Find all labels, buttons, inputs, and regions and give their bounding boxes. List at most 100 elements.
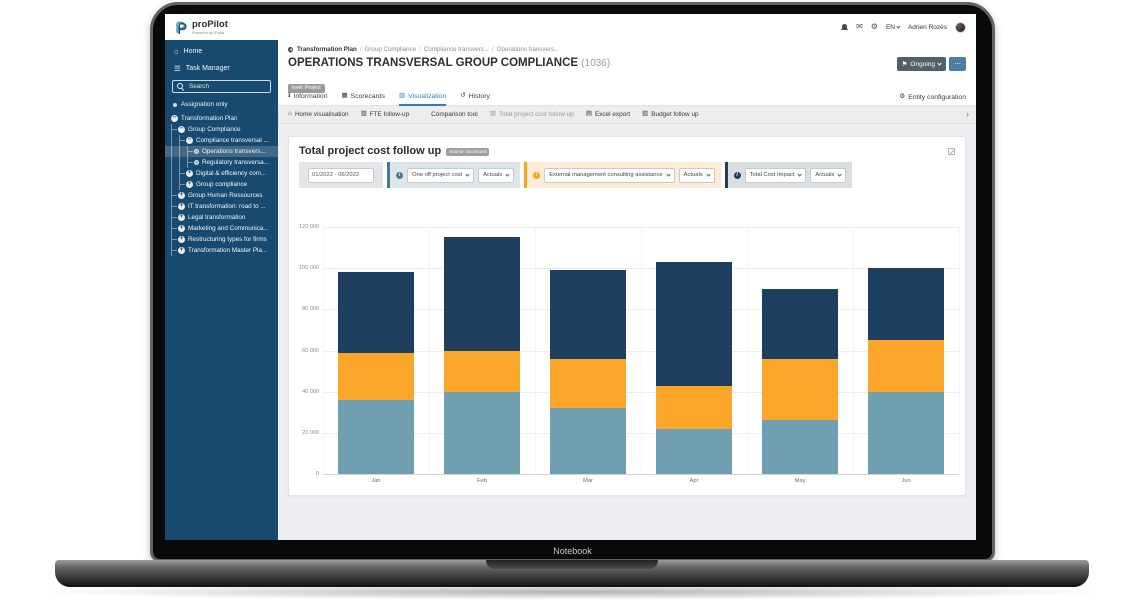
filter-group-one-off-project-cost: i One off project cost Actuals: [387, 162, 520, 188]
bar-segment-one-off-project-cost[interactable]: [868, 392, 944, 474]
tree-item-label: Marketing and Communica...: [188, 225, 269, 232]
expand-node-icon[interactable]: +: [186, 170, 193, 177]
expand-node-icon[interactable]: +: [178, 247, 185, 254]
subtab-home-visualisation[interactable]: ⌂Home visualisation: [288, 111, 349, 118]
tab-scorecards[interactable]: ▦Scorecards: [342, 93, 386, 106]
bar-segment-external-management-consulting-assistance[interactable]: [762, 359, 838, 421]
subtab-budget-follow-up[interactable]: ▥Budget follow up: [642, 111, 698, 118]
breadcrumb-item-compliance-transvers[interactable]: Compliance transvers...: [424, 46, 489, 53]
tree-item-legal-transformation[interactable]: +Legal transformation: [165, 212, 278, 223]
mail-icon[interactable]: ✉: [856, 23, 863, 31]
bar-segment-one-off-project-cost[interactable]: [338, 400, 414, 474]
info-icon[interactable]: i: [533, 172, 540, 179]
bar-segment-total-cost-impact[interactable]: [656, 262, 732, 386]
language-selector[interactable]: EN: [886, 24, 900, 31]
sidebar-item-task-manager[interactable]: ☰ Task Manager: [165, 60, 278, 77]
tree-item-marketing-and-communica[interactable]: +Marketing and Communica...: [165, 223, 278, 234]
expand-node-icon[interactable]: +: [178, 203, 185, 210]
date-range-input[interactable]: [308, 168, 374, 183]
breadcrumb: Transformation Plan/Group Compliance/Com…: [278, 40, 976, 56]
subtabs-scroll-right[interactable]: ›: [966, 110, 969, 119]
bar-segment-total-cost-impact[interactable]: [338, 272, 414, 352]
collapse-icon[interactable]: −: [171, 115, 178, 122]
tree-item-regulatory-transversa[interactable]: Regulatory transversa...: [165, 157, 278, 168]
tree-item-it-transformation-road-to[interactable]: +IT transformation: road to ...: [165, 201, 278, 212]
bar-segment-external-management-consulting-assistance[interactable]: [550, 359, 626, 408]
metric-select[interactable]: One off project cost: [407, 168, 474, 183]
bar-segment-external-management-consulting-assistance[interactable]: [656, 386, 732, 429]
bar-segment-one-off-project-cost[interactable]: [550, 408, 626, 474]
y-axis-tick: 100 000: [291, 265, 319, 271]
info-icon[interactable]: i: [734, 172, 741, 179]
tree-item-group-human-ressources[interactable]: +Group Human Ressources: [165, 190, 278, 201]
info-icon[interactable]: i: [396, 172, 403, 179]
search-input[interactable]: [187, 82, 266, 91]
tree-item-label: Digital & efficiency com...: [196, 170, 266, 177]
metric-select[interactable]: Total Cost Impact: [745, 168, 807, 183]
expand-node-icon[interactable]: +: [178, 192, 185, 199]
subtab-fte-follow-up[interactable]: ▥FTE follow-up: [361, 111, 410, 118]
breadcrumb-item-group-compliance[interactable]: Group Compliance: [365, 46, 417, 53]
y-axis-tick: 60 000: [291, 348, 319, 354]
chevron-down-icon: [937, 61, 941, 65]
bar-segment-one-off-project-cost[interactable]: [656, 429, 732, 474]
collapse-icon[interactable]: −: [186, 137, 193, 144]
bar-segment-external-management-consulting-assistance[interactable]: [868, 340, 944, 391]
chevron-down-icon: [466, 172, 470, 176]
info-icon: ℹ: [288, 93, 290, 100]
mode-select[interactable]: Actuals: [478, 168, 514, 183]
expand-icon[interactable]: [948, 148, 955, 155]
bar-segment-total-cost-impact[interactable]: [550, 270, 626, 359]
tab-information[interactable]: ℹInformation: [288, 93, 328, 106]
entity-configuration-button[interactable]: ⚙ Entity configuration: [899, 94, 966, 105]
bar-segment-external-management-consulting-assistance[interactable]: [338, 353, 414, 400]
y-axis-tick: 80 000: [291, 306, 319, 312]
bar-segment-external-management-consulting-assistance[interactable]: [444, 351, 520, 392]
expand-node-icon[interactable]: +: [178, 236, 185, 243]
tab-visualization[interactable]: ▥Visualization: [399, 93, 446, 106]
navigation-tree: −Transformation Plan−Group Compliance−Co…: [165, 113, 278, 256]
sidebar-item-label: Home: [184, 48, 203, 55]
subtab-comparison-tool[interactable]: Comparison tool: [421, 111, 478, 118]
tree-item-transformation-plan[interactable]: −Transformation Plan: [165, 113, 278, 124]
settings-icon[interactable]: ⚙: [871, 23, 878, 31]
subtab-excel-export[interactable]: ▤Excel export: [586, 111, 630, 118]
expand-node-icon[interactable]: +: [178, 214, 185, 221]
sidebar-item-home[interactable]: ⌂ Home: [165, 43, 278, 60]
avatar[interactable]: [955, 22, 966, 33]
sidebar: ⌂ Home ☰ Task Manager Assignation only: [165, 40, 278, 540]
home-icon: ⌂: [288, 111, 292, 118]
metric-select-value: External management consulting assistanc…: [549, 172, 662, 178]
bell-icon[interactable]: [841, 24, 848, 31]
tree-item-label: Compliance transversal ...: [196, 137, 269, 144]
bar-segment-one-off-project-cost[interactable]: [444, 392, 520, 474]
breadcrumb-item-transformation-plan[interactable]: Transformation Plan: [297, 46, 357, 53]
more-actions-button[interactable]: ⋯: [949, 57, 966, 71]
user-name[interactable]: Adrien Rozès: [908, 24, 947, 31]
tree-item-restructuring-types-for-firms[interactable]: +Restructuring types for firms: [165, 234, 278, 245]
expand-node-icon[interactable]: +: [186, 181, 193, 188]
mode-select[interactable]: Actuals: [679, 168, 715, 183]
collapse-icon[interactable]: −: [178, 126, 185, 133]
tree-item-label: IT transformation: road to ...: [188, 203, 266, 210]
tree-item-group-compliance[interactable]: +Group compliance: [165, 179, 278, 190]
tree-item-transformation-master-pla[interactable]: +Transformation Master Pla...: [165, 245, 278, 256]
bar-segment-total-cost-impact[interactable]: [444, 237, 520, 350]
bar-segment-total-cost-impact[interactable]: [762, 289, 838, 359]
tree-item-compliance-transversal[interactable]: −Compliance transversal ...: [165, 135, 278, 146]
status-button[interactable]: ⚑ Ongoing: [897, 57, 946, 71]
tree-item-digital-efficiency-com[interactable]: +Digital & efficiency com...: [165, 168, 278, 179]
tab-history[interactable]: ↺History: [460, 93, 490, 106]
breadcrumb-item-operations-transvers[interactable]: Operations transvers...: [497, 46, 560, 53]
subtab-total-project-cost-follow-up[interactable]: ▥Total project cost follow up: [490, 111, 574, 118]
expand-node-icon[interactable]: +: [178, 225, 185, 232]
title-row: OPERATIONS TRANSVERSAL GROUP COMPLIANCE …: [278, 56, 976, 74]
tree-item-operations-transvers[interactable]: Operations transvers...: [165, 146, 278, 157]
metric-select[interactable]: External management consulting assistanc…: [544, 168, 674, 183]
chevron-down-icon: [506, 172, 510, 176]
tree-item-group-compliance[interactable]: −Group Compliance: [165, 124, 278, 135]
bar-segment-one-off-project-cost[interactable]: [762, 420, 838, 474]
mode-select[interactable]: Actuals: [810, 168, 846, 183]
bar-segment-total-cost-impact[interactable]: [868, 268, 944, 340]
assignation-only-toggle[interactable]: Assignation only: [165, 97, 278, 113]
